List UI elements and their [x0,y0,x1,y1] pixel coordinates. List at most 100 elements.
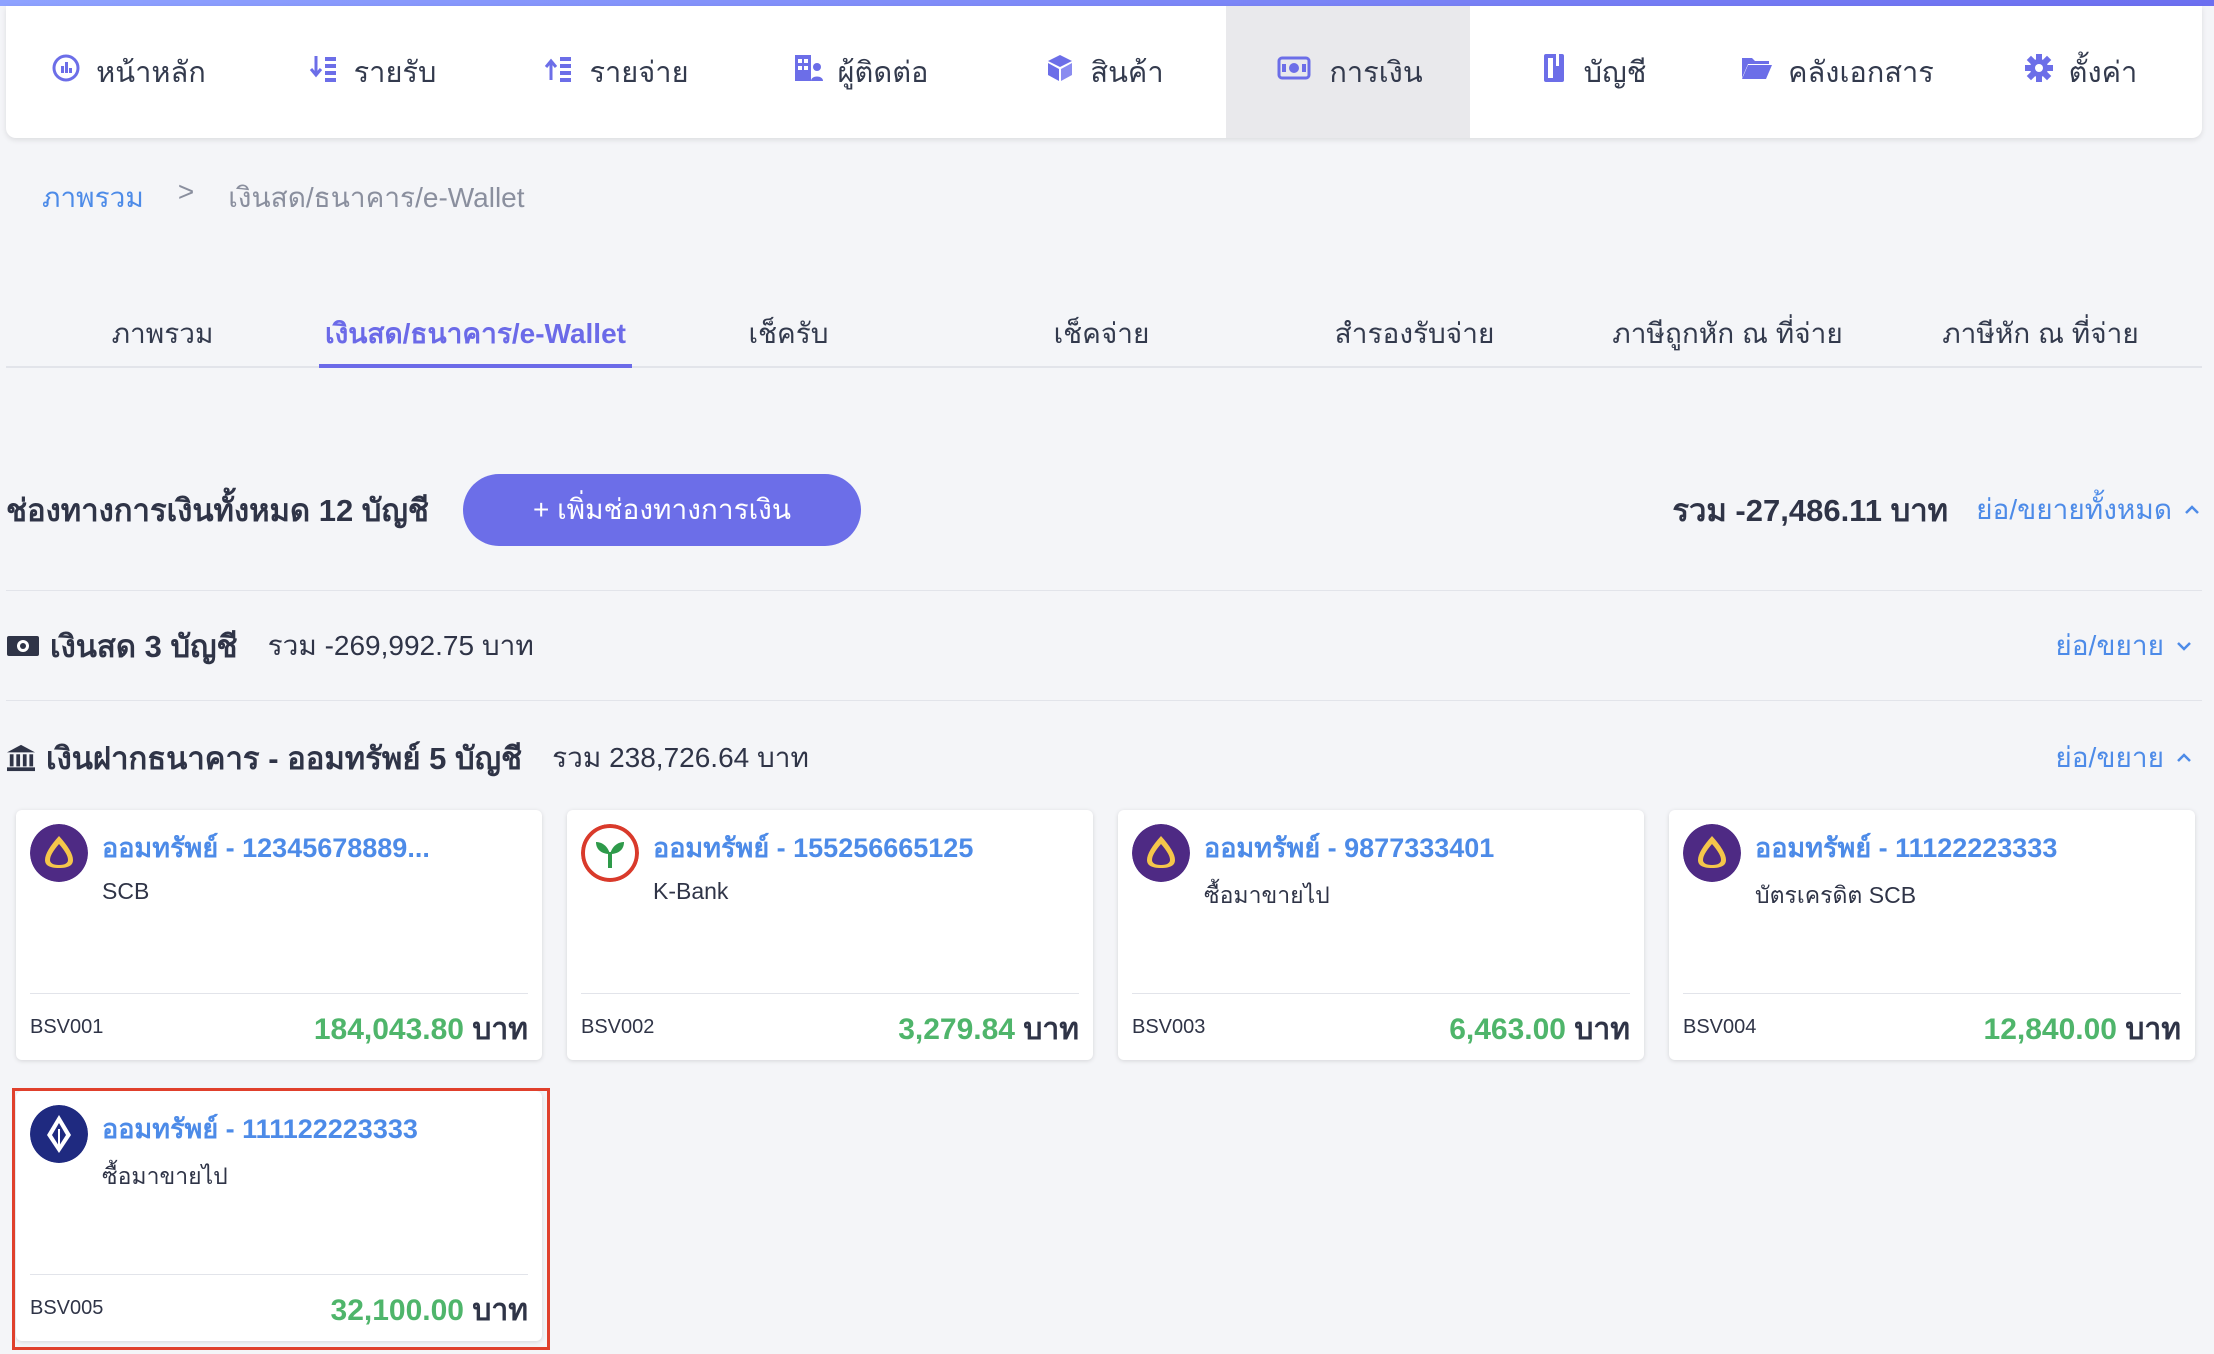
account-card[interactable]: ออมทรัพย์ - 12345678889... SCB BSV001 18… [16,810,542,1060]
account-balance: 3,279.84 บาท [898,1006,1079,1053]
balance-value: 6,463.00 [1449,1013,1566,1046]
currency-unit: บาท [472,1013,528,1046]
cash-icon [7,636,39,656]
scb-logo-icon [30,824,88,882]
account-code: BSV001 [30,1016,104,1038]
bank-section-toggle-label: ย่อ/ขยาย [2055,742,2164,773]
tab-cheque-received[interactable]: เช็ครับ [632,300,945,366]
account-balance: 184,043.80 บาท [314,1006,528,1053]
bank-building-icon [7,744,35,772]
account-bank: K-Bank [653,878,729,904]
channel-summary: ช่องทางการเงินทั้งหมด 12 บัญชี + เพิ่มช่… [6,472,2202,548]
cash-section-title: เงินสด 3 บัญชี [6,621,238,671]
currency-unit: บาท [2125,1013,2181,1046]
toggle-all-label: ย่อ/ขยายทั้งหมด [1976,494,2172,525]
finance-tabs: ภาพรวม เงินสด/ธนาคาร/e-Wallet เช็ครับ เช… [6,300,2202,368]
cash-section-toggle-label: ย่อ/ขยาย [2055,630,2164,661]
divider [6,590,2202,591]
card-divider [581,993,1079,994]
kbank-logo-icon [581,824,639,882]
nav-item-accounting[interactable]: บัญชี [1470,6,1714,138]
account-bank: SCB [102,878,150,904]
bank-section-label: เงินฝากธนาคาร - ออมทรัพย์ 5 บัญชี [46,741,523,776]
account-balance: 6,463.00 บาท [1449,1006,1630,1053]
chevron-up-icon [2177,753,2191,762]
account-card[interactable]: ออมทรัพย์ - 155256665125 K-Bank BSV002 3… [567,810,1093,1060]
card-divider [1132,993,1630,994]
breadcrumb: ภาพรวม > เงินสด/ธนาคาร/e-Wallet [42,176,525,220]
currency-unit: บาท [472,1294,528,1327]
toggle-all-button[interactable]: ย่อ/ขยายทั้งหมด [1976,488,2202,532]
account-card[interactable]: ออมทรัพย์ - 9877333401 ซื้อมาขายไป BSV00… [1118,810,1644,1060]
cash-section-header: เงินสด 3 บัญชี รวม -269,992.75 บาท ย่อ/ข… [6,616,2202,676]
chevron-up-icon [2185,505,2199,514]
cash-section-label: เงินสด 3 บัญชี [50,629,238,664]
breadcrumb-current: เงินสด/ธนาคาร/e-Wallet [228,182,525,213]
tab-overview[interactable]: ภาพรวม [6,300,319,366]
account-bank: ซื้อมาขายไป [1204,882,1330,908]
account-card[interactable]: ออมทรัพย์ - 111122223333 ซื้อมาขายไป BSV… [16,1091,542,1341]
tab-petty-cash[interactable]: สำรองรับจ่าย [1258,300,1571,366]
tab-withholding-tax-deducted[interactable]: ภาษีถูกหัก ณ ที่จ่าย [1571,300,1884,366]
nav-label: รายจ่าย [589,57,689,89]
currency-unit: บาท [1574,1013,1630,1046]
balance-value: 184,043.80 [313,1013,464,1046]
nav-label: รายรับ [353,57,437,89]
folder-icon [1738,52,1774,92]
breadcrumb-separator: > [177,176,195,207]
nav-label: ตั้งค่า [2068,57,2138,89]
account-code: BSV005 [30,1297,104,1319]
cash-section-sum: รวม -269,992.75 บาท [267,630,534,661]
grand-total: รวม -27,486.11 บาท [1672,493,1949,528]
nav-label: บัญชี [1583,57,1647,89]
tab-withholding-tax[interactable]: ภาษีหัก ณ ที่จ่าย [1884,300,2197,366]
nav-item-settings[interactable]: ตั้งค่า [1958,6,2202,138]
account-code: BSV004 [1683,1016,1757,1038]
ledger-book-icon [1538,52,1570,92]
currency-unit: บาท [1023,1013,1079,1046]
nav-item-finance[interactable]: การเงิน [1226,6,1470,138]
nav-item-documents[interactable]: คลังเอกสาร [1714,6,1958,138]
bank-section-toggle[interactable]: ย่อ/ขยาย [2055,736,2194,780]
bank-section-header: เงินฝากธนาคาร - ออมทรัพย์ 5 บัญชี รวม 23… [6,728,2202,788]
add-channel-button[interactable]: + เพิ่มช่องทางการเงิน [462,474,861,546]
scb-logo-icon [1683,824,1741,882]
card-divider [30,993,528,994]
nav-item-home[interactable]: หน้าหลัก [6,6,250,138]
cash-section-toggle[interactable]: ย่อ/ขยาย [2055,624,2194,668]
chevron-down-icon [2177,642,2191,651]
balance-value: 3,279.84 [898,1013,1015,1046]
account-name: ออมทรัพย์ - 9877333401 [1204,833,1495,863]
card-divider [1683,993,2181,994]
bank-section-title: เงินฝากธนาคาร - ออมทรัพย์ 5 บัญชี [6,733,522,783]
account-bank: บัตรเครดิต SCB [1755,882,1917,908]
nav-item-income[interactable]: รายรับ [250,6,494,138]
product-box-icon [1044,52,1076,92]
account-name: ออมทรัพย์ - 155256665125 [653,833,974,863]
nav-label: คลังเอกสาร [1788,57,1934,89]
income-icon [308,52,340,92]
nav-label: หน้าหลัก [96,57,206,89]
account-name: ออมทรัพย์ - 11122223333 [1755,833,2058,863]
money-icon [1273,52,1315,92]
account-code: BSV003 [1132,1016,1206,1038]
expense-icon [543,52,575,92]
bbl-logo-icon [30,1105,88,1163]
tab-cheque-paid[interactable]: เช็คจ่าย [945,300,1258,366]
account-name: ออมทรัพย์ - 12345678889... [102,833,430,863]
balance-value: 12,840.00 [1983,1013,2117,1046]
nav-item-products[interactable]: สินค้า [982,6,1226,138]
divider [6,700,2202,701]
account-bank: ซื้อมาขายไป [102,1163,228,1189]
nav-item-expense[interactable]: รายจ่าย [494,6,738,138]
account-name: ออมทรัพย์ - 111122223333 [102,1114,418,1144]
nav-label: สินค้า [1090,57,1164,89]
breadcrumb-root-link[interactable]: ภาพรวม [42,176,144,220]
account-code: BSV002 [581,1016,655,1038]
nav-item-contacts[interactable]: ผู้ติดต่อ [738,6,982,138]
tab-cash-bank-ewallet[interactable]: เงินสด/ธนาคาร/e-Wallet [319,300,632,368]
balance-value: 32,100.00 [330,1294,464,1327]
account-card[interactable]: ออมทรัพย์ - 11122223333 บัตรเครดิต SCB B… [1669,810,2195,1060]
bank-section-sum: รวม 238,726.64 บาท [552,742,809,773]
nav-label: ผู้ติดต่อ [837,57,929,89]
